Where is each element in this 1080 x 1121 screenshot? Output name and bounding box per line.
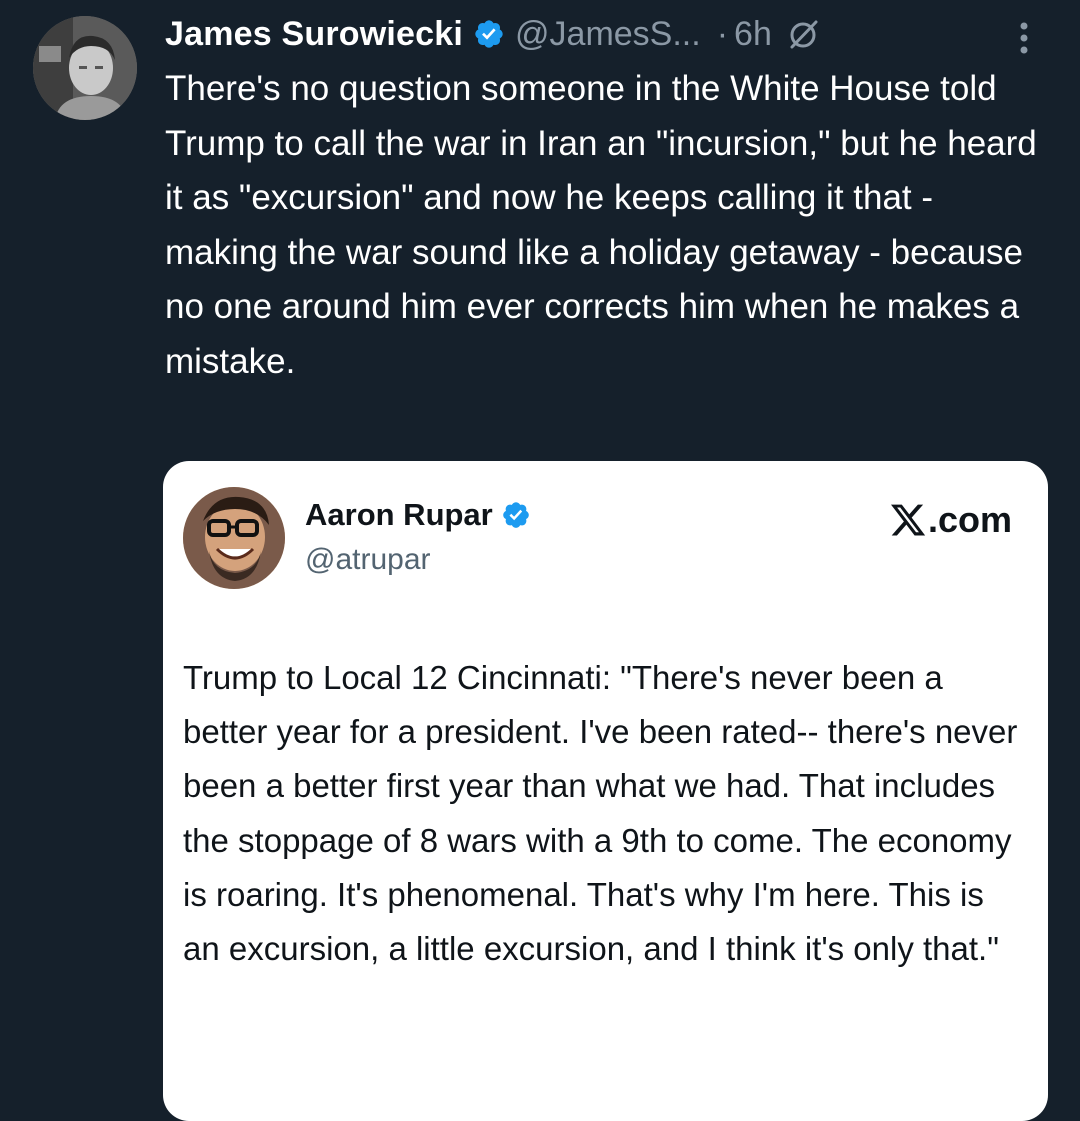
quoted-tweet-text: Trump to Local 12 Cincinnati: "There's n… <box>183 659 1018 968</box>
slash-circle-icon[interactable] <box>786 17 820 51</box>
quoted-author-name[interactable]: Aaron Rupar <box>305 497 493 533</box>
author-handle[interactable]: @JamesS... <box>515 15 701 54</box>
separator-dot: · <box>716 14 729 53</box>
author-name[interactable]: James Surowiecki <box>165 15 463 54</box>
quoted-author-row: Aaron Rupar <box>305 497 531 533</box>
x-logo-icon <box>889 501 927 539</box>
tweet-timestamp[interactable]: 6h <box>734 15 772 54</box>
quoted-tweet-card[interactable]: Aaron Rupar @atrupar .com Trump to Local… <box>163 461 1048 1121</box>
verified-badge-icon <box>501 500 531 530</box>
tweet-text: There's no question someone in the White… <box>165 69 1037 381</box>
author-avatar-image <box>33 16 137 120</box>
source-domain: .com <box>927 499 1012 540</box>
quoted-author-avatar-image <box>183 487 285 589</box>
author-avatar[interactable] <box>33 16 137 120</box>
more-vertical-icon[interactable] <box>1016 20 1032 56</box>
quoted-author-avatar[interactable] <box>183 487 285 589</box>
tweet-header: James Surowiecki @JamesS... · 6h <box>165 10 820 58</box>
verified-badge-icon[interactable] <box>473 18 505 50</box>
quoted-author-handle[interactable]: @atrupar <box>305 543 431 577</box>
source-label: .com <box>889 499 1012 541</box>
